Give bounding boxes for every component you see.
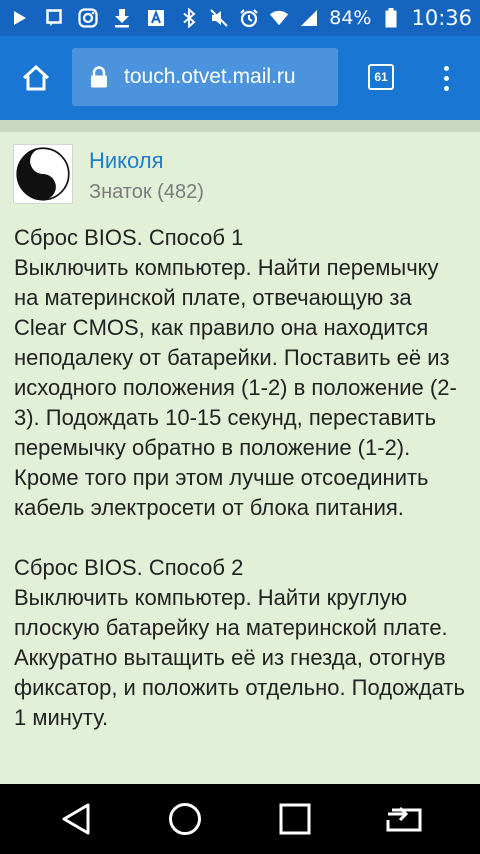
alarm-icon bbox=[239, 8, 259, 28]
home-circle-icon bbox=[169, 803, 201, 835]
toolbar-divider bbox=[0, 120, 480, 132]
browser-toolbar: touch.otvet.mail.ru 61 bbox=[0, 36, 480, 120]
avatar[interactable] bbox=[13, 144, 73, 204]
mute-icon bbox=[209, 8, 229, 28]
notification-icons bbox=[10, 8, 166, 28]
url-text: touch.otvet.mail.ru bbox=[124, 65, 296, 88]
tab-count: 61 bbox=[374, 70, 388, 84]
battery-icon bbox=[381, 8, 401, 28]
screen-cast-button[interactable] bbox=[384, 801, 424, 837]
download-icon bbox=[112, 8, 132, 28]
play-store-icon bbox=[10, 8, 30, 28]
home-icon bbox=[22, 65, 50, 91]
tab-switcher-button[interactable]: 61 bbox=[368, 64, 394, 90]
square-notification-icon bbox=[44, 8, 64, 28]
navigation-bar bbox=[0, 784, 480, 854]
back-button[interactable] bbox=[58, 801, 94, 837]
yin-yang-icon bbox=[16, 147, 70, 201]
status-bar: 84% 10:36 bbox=[0, 0, 480, 36]
cast-icon bbox=[386, 806, 422, 832]
battery-percent: 84% bbox=[329, 7, 372, 29]
recents-icon bbox=[279, 803, 311, 835]
instagram-icon bbox=[78, 8, 98, 28]
answer-card: Николя Знаток (482) Сброс BIOS. Способ 1… bbox=[0, 132, 480, 784]
overflow-menu-button[interactable] bbox=[434, 58, 458, 98]
wifi-icon bbox=[269, 8, 289, 28]
signal-icon bbox=[299, 8, 319, 28]
lock-icon bbox=[91, 66, 107, 88]
author-name[interactable]: Николя bbox=[89, 148, 164, 174]
home-nav-button[interactable] bbox=[167, 801, 203, 837]
back-icon bbox=[62, 803, 90, 835]
answer-text: Сброс BIOS. Способ 1 Выключить компьютер… bbox=[14, 225, 465, 730]
text-icon bbox=[146, 8, 166, 28]
address-bar[interactable]: touch.otvet.mail.ru bbox=[72, 48, 338, 106]
system-indicators: 84% 10:36 bbox=[179, 6, 472, 30]
clock: 10:36 bbox=[411, 6, 472, 30]
bluetooth-icon bbox=[179, 8, 199, 28]
recents-button[interactable] bbox=[277, 801, 313, 837]
author-rank: Знаток (482) bbox=[89, 181, 204, 203]
more-vert-icon bbox=[443, 65, 449, 71]
home-button[interactable] bbox=[16, 58, 56, 98]
